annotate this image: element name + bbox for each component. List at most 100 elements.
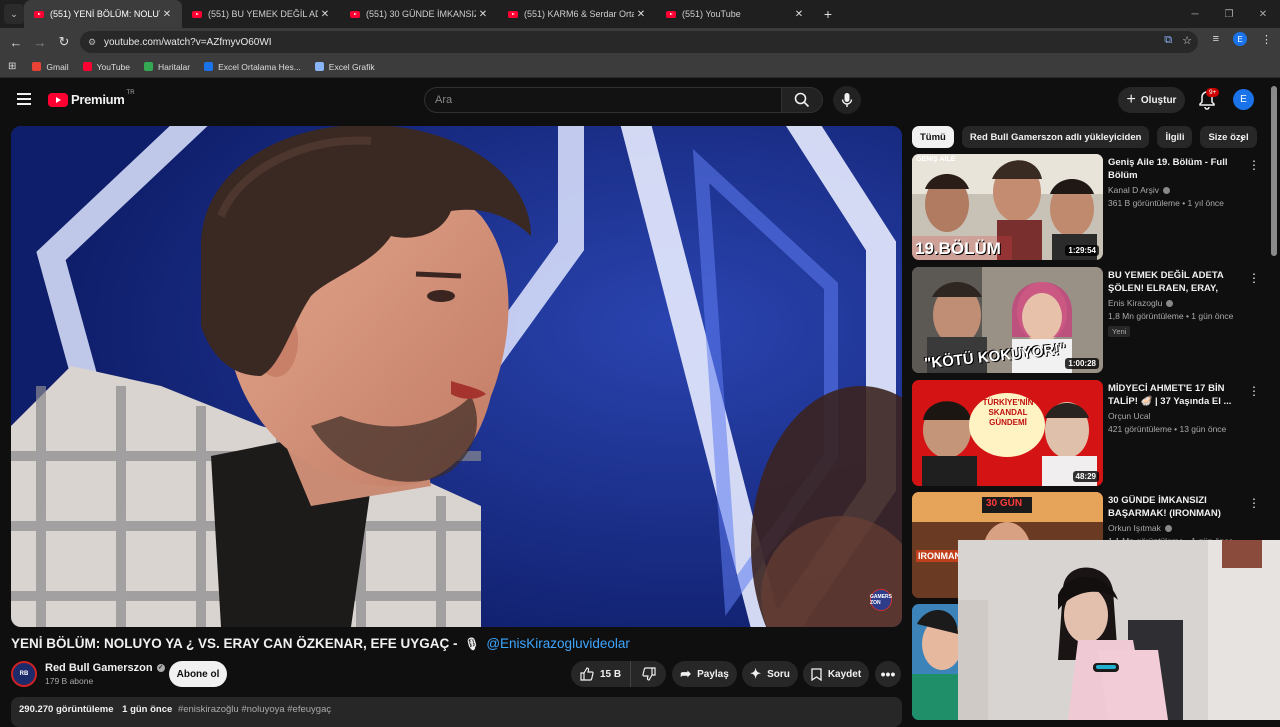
recommendation-title[interactable]: Geniş Aile 19. Bölüm - Full Bölüm xyxy=(1108,156,1246,182)
more-actions-button[interactable]: ••• xyxy=(875,661,901,687)
recommendation-channel[interactable]: Orkun Işıtmak xyxy=(1108,523,1246,533)
page-icon xyxy=(314,62,324,71)
restore-icon[interactable]: ❐ xyxy=(1212,0,1246,28)
media-control-icon[interactable]: ≡ xyxy=(1213,33,1219,45)
notifications-button[interactable]: 9+ xyxy=(1196,88,1220,111)
video-player[interactable]: GAMERS ZON xyxy=(11,126,902,627)
forward-arrow-icon[interactable]: → xyxy=(28,30,52,54)
search-button[interactable] xyxy=(781,87,823,113)
more-options-icon[interactable]: ⋮ xyxy=(1248,384,1260,398)
channel-mention-link[interactable]: @EnisKirazogluvideolar xyxy=(486,636,630,651)
recommendation-channel[interactable]: Kanal D Arşiv xyxy=(1108,185,1246,195)
channel-avatar[interactable]: RB xyxy=(11,661,37,687)
close-icon[interactable]: ✕ xyxy=(318,9,332,20)
like-button[interactable]: 15 B xyxy=(571,661,631,687)
recommendation-views: 421 görüntüleme • 13 gün önce xyxy=(1108,424,1227,434)
video-thumbnail[interactable]: GENİŞ AİLE 19.BÖLÜM 1:29:54 xyxy=(912,154,1103,260)
close-icon[interactable]: ✕ xyxy=(476,9,490,20)
back-arrow-icon[interactable]: ← xyxy=(4,30,28,54)
logo-text: Premium xyxy=(71,92,125,107)
channel-watermark[interactable]: GAMERS ZON xyxy=(870,589,892,611)
omnibox-actions: ⧉ ☆ xyxy=(1164,34,1192,47)
browser-tab[interactable]: (551) YENİ BÖLÜM: NOLUYO YA ¿ ✕ xyxy=(24,0,182,28)
close-window-icon[interactable]: ✕ xyxy=(1246,0,1280,28)
webcam-image xyxy=(958,540,1280,720)
youtube-favicon-icon xyxy=(192,10,202,18)
recommendation-title[interactable]: 30 GÜNDE İMKANSIZI BAŞARMAK! (IRONMAN) xyxy=(1108,494,1246,520)
subscriber-count: 179 B abone xyxy=(45,676,94,686)
youtube-premium-logo[interactable]: Premium TR xyxy=(48,90,135,107)
voice-search-button[interactable] xyxy=(833,86,861,114)
thumbs-up-icon xyxy=(580,667,594,681)
search-input[interactable] xyxy=(435,94,735,106)
site-info-icon[interactable]: ⚙ xyxy=(88,37,104,48)
bookmark-gmail[interactable]: Gmail xyxy=(32,62,69,72)
channel-name[interactable]: Red Bull Gamerszon ✓ xyxy=(45,662,165,674)
more-options-icon[interactable]: ⋮ xyxy=(1248,496,1260,510)
bookmark-youtube[interactable]: YouTube xyxy=(82,61,130,72)
browser-tab[interactable]: (551) KARM6 & Serdar Ortaç - Y ✕ xyxy=(498,0,656,28)
bookmark-excel-average[interactable]: Excel Ortalama Hes... xyxy=(204,62,301,72)
page-scrollbar[interactable] xyxy=(1271,86,1277,256)
recommendation-item[interactable]: GENİŞ AİLE 19.BÖLÜM 1:29:54 Geniş Aile 1… xyxy=(912,154,1262,260)
bookmark-star-icon[interactable]: ☆ xyxy=(1182,34,1192,47)
menu-kebab-icon[interactable]: ⋮ xyxy=(1261,33,1272,46)
tab-title: (551) YouTube xyxy=(682,9,741,19)
account-avatar[interactable]: E xyxy=(1233,89,1254,110)
tab-title: (551) BU YEMEK DEĞİL ADETA Ş xyxy=(208,9,318,19)
save-button[interactable]: Kaydet xyxy=(803,661,869,687)
close-icon[interactable]: ✕ xyxy=(792,9,806,20)
bookmark-label: YouTube xyxy=(96,61,130,72)
apps-grid-icon[interactable]: ⊞ xyxy=(8,61,16,72)
youtube-icon xyxy=(82,62,92,71)
chevron-right-icon[interactable]: › xyxy=(1232,128,1252,148)
video-thumbnail[interactable]: TÜRKİYE'NİN SKANDAL GÜNDEMİ 48:29 xyxy=(912,380,1103,486)
recommendation-title[interactable]: MİDYECİ AHMET'E 17 BİN TALİP! 🦪 | 37 Yaş… xyxy=(1108,382,1246,408)
more-options-icon[interactable]: ⋮ xyxy=(1248,158,1260,172)
hamburger-menu-icon[interactable] xyxy=(17,93,31,105)
browser-tab[interactable]: (551) 30 GÜNDE İMKANSIZI BA ✕ xyxy=(340,0,498,28)
verified-check-icon xyxy=(1164,524,1172,532)
recommendation-item[interactable]: "KÖTÜ KOKUYOR!" 1:00:28 BU YEMEK DEĞİL A… xyxy=(912,267,1262,373)
bookmark-excel-graph[interactable]: Excel Grafik xyxy=(314,62,375,72)
chip-from-uploader[interactable]: Red Bull Gamerszon adlı yükleyiciden xyxy=(961,126,1150,148)
new-badge: Yeni xyxy=(1108,326,1131,337)
bookmark-label: Excel Ortalama Hes... xyxy=(218,61,301,72)
reload-icon[interactable]: ↻ xyxy=(52,30,76,54)
share-button[interactable]: ➦ Paylaş xyxy=(672,661,737,687)
description-box[interactable]: 290.270 görüntüleme 1 gün önce #eniskira… xyxy=(11,697,902,727)
tab-search-button[interactable]: ⌄ xyxy=(4,4,24,24)
recommendation-thumbnail-partial[interactable] xyxy=(912,604,958,720)
chip-related[interactable]: İlgili xyxy=(1157,126,1193,148)
minimize-icon[interactable]: ─ xyxy=(1178,0,1212,28)
save-label: Kaydet xyxy=(827,668,862,680)
notification-count-badge: 9+ xyxy=(1206,88,1220,97)
chip-all[interactable]: Tümü xyxy=(912,126,954,148)
filter-chips: Tümü Red Bull Gamerszon adlı yükleyicide… xyxy=(912,126,1260,148)
recommendation-channel[interactable]: Orçun Ucal xyxy=(1108,411,1246,421)
close-icon[interactable]: ✕ xyxy=(160,9,174,20)
cast-icon[interactable]: ⧉ xyxy=(1164,34,1172,47)
bookmark-maps[interactable]: Haritalar xyxy=(144,62,190,72)
recommendation-item[interactable]: TÜRKİYE'NİN SKANDAL GÜNDEMİ 48:29 MİDYEC… xyxy=(912,380,1262,486)
subscribe-button[interactable]: Abone ol xyxy=(169,661,227,687)
dislike-button[interactable] xyxy=(631,661,666,687)
ask-button[interactable]: ✦ Soru xyxy=(742,661,798,687)
recommendation-channel[interactable]: Enis Kirazoglu xyxy=(1108,298,1246,308)
video-thumbnail[interactable]: "KÖTÜ KOKUYOR!" 1:00:28 xyxy=(912,267,1103,373)
verified-check-icon: ✓ xyxy=(156,664,165,672)
browser-tab[interactable]: (551) YouTube ✕ xyxy=(656,0,814,28)
new-tab-button[interactable]: + xyxy=(818,6,838,22)
channel-text: Orkun Işıtmak xyxy=(1108,523,1161,533)
more-horizontal-icon: ••• xyxy=(880,666,896,682)
recommendation-title[interactable]: BU YEMEK DEĞİL ADETA ŞÖLEN! ELRAEN, ERAY… xyxy=(1108,269,1246,295)
recommendation-views: 1,8 Mn görüntüleme • 1 gün önce xyxy=(1108,311,1234,321)
close-icon[interactable]: ✕ xyxy=(634,9,648,20)
browser-tab[interactable]: (551) BU YEMEK DEĞİL ADETA Ş ✕ xyxy=(182,0,340,28)
create-button[interactable]: + Oluştur xyxy=(1118,87,1185,113)
more-options-icon[interactable]: ⋮ xyxy=(1248,271,1260,285)
youtube-logo-icon xyxy=(48,92,68,107)
profile-avatar[interactable]: E xyxy=(1233,32,1247,46)
hashtags[interactable]: #eniskirazoğlu #noluyoya #efeuygaç xyxy=(178,704,331,715)
omnibox[interactable]: ⚙ youtube.com/watch?v=AZfmyvO60WI ⧉ ☆ xyxy=(80,31,1198,53)
